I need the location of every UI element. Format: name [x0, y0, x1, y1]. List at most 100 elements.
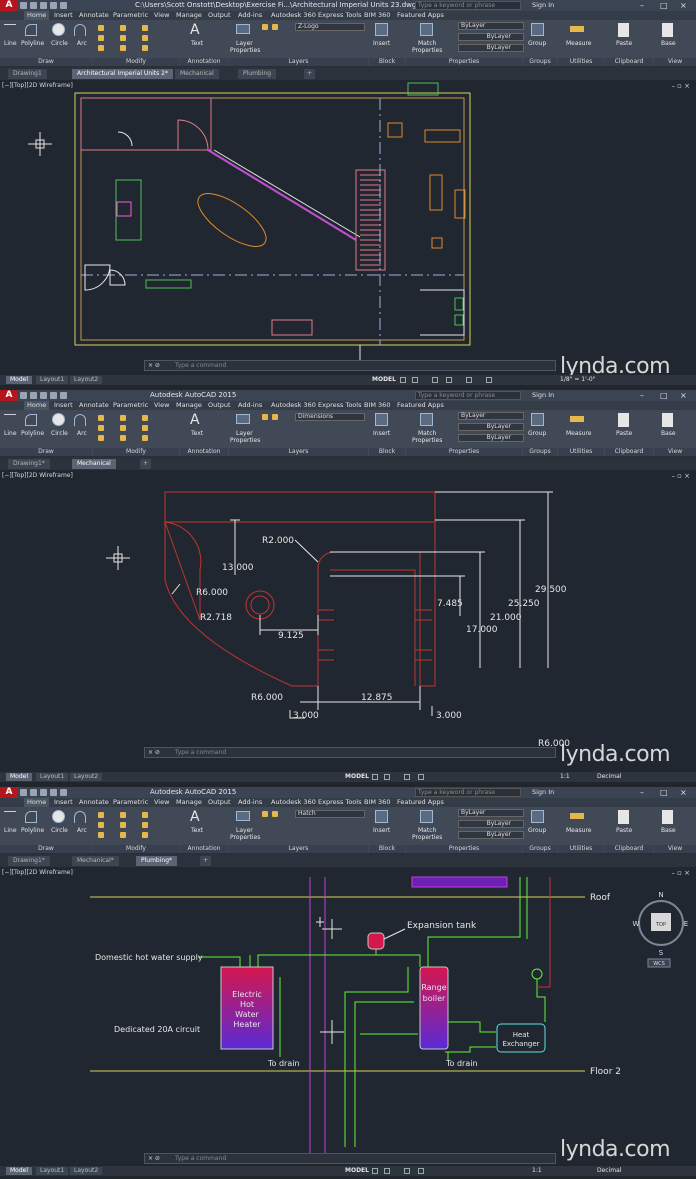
- layout-tab-model[interactable]: Model: [6, 376, 33, 384]
- command-close-icon[interactable]: × ⊘: [148, 1154, 160, 1163]
- autocad-logo[interactable]: A: [0, 390, 18, 401]
- tab-express[interactable]: Express Tools: [318, 401, 361, 410]
- tab-annotate[interactable]: Annotate: [79, 401, 109, 410]
- tab-featured[interactable]: Featured Apps: [397, 11, 444, 20]
- layout-tab-layout2[interactable]: Layout2: [70, 1167, 103, 1175]
- insert-block-icon[interactable]: [375, 810, 388, 823]
- polyline-icon[interactable]: [25, 24, 37, 36]
- layout-tab-layout1[interactable]: Layout1: [36, 376, 69, 384]
- group-clipboard[interactable]: Clipboard: [605, 845, 653, 853]
- grid-icon[interactable]: [400, 377, 406, 383]
- undo-icon[interactable]: [60, 392, 67, 399]
- lineweight-dropdown[interactable]: ByLayer: [458, 434, 524, 442]
- arc-icon[interactable]: [74, 414, 86, 426]
- group-draw[interactable]: Draw: [0, 845, 92, 853]
- group-button[interactable]: Group: [528, 40, 546, 47]
- drawing-canvas[interactable]: [−][Top][2D Wireframe] – ▫ ×: [0, 80, 696, 379]
- insert-button[interactable]: Insert: [373, 430, 390, 437]
- undo-icon[interactable]: [60, 2, 67, 9]
- base-icon[interactable]: [662, 413, 673, 427]
- measure-button[interactable]: Measure: [566, 827, 592, 834]
- measure-icon[interactable]: [570, 26, 584, 32]
- drawing-canvas[interactable]: [−][Top][2D Wireframe] – ▫ ×: [0, 867, 696, 1164]
- tab-autodesk360[interactable]: Autodesk 360: [271, 401, 316, 410]
- base-button[interactable]: Base: [661, 430, 676, 437]
- group-utilities[interactable]: Utilities: [558, 845, 604, 853]
- file-tab-plumbing[interactable]: Plumbing*: [136, 856, 178, 866]
- lineweight-dropdown[interactable]: ByLayer: [458, 831, 524, 839]
- file-tab-drawing1[interactable]: Drawing1: [8, 69, 47, 79]
- tab-insert[interactable]: Insert: [54, 401, 73, 410]
- line-tool-icon[interactable]: [4, 811, 16, 823]
- layout-tab-layout1[interactable]: Layout1: [36, 773, 69, 781]
- fillet-icon[interactable]: [142, 822, 148, 828]
- tab-parametric[interactable]: Parametric: [113, 401, 148, 410]
- circle-button[interactable]: Circle: [51, 430, 68, 437]
- tab-featured[interactable]: Featured Apps: [397, 401, 444, 410]
- rotate-icon[interactable]: [120, 812, 126, 818]
- group-icon[interactable]: [531, 810, 544, 823]
- ortho-icon[interactable]: [404, 1168, 410, 1174]
- trim-icon[interactable]: [142, 812, 148, 818]
- new-icon[interactable]: [20, 392, 27, 399]
- sign-in-link[interactable]: Sign In: [532, 1, 554, 9]
- help-search-input[interactable]: Type a keyword or phrase: [415, 391, 521, 400]
- tab-bim360[interactable]: BIM 360: [364, 798, 390, 807]
- tab-manage[interactable]: Manage: [176, 798, 202, 807]
- grid-icon[interactable]: [372, 774, 378, 780]
- linetype-dropdown[interactable]: ByLayer: [458, 423, 524, 431]
- group-layers[interactable]: Layers: [229, 448, 368, 456]
- annotation-scale[interactable]: 1:1: [560, 773, 570, 780]
- print-icon[interactable]: [50, 392, 57, 399]
- polar-icon[interactable]: [418, 1168, 424, 1174]
- text-button[interactable]: Text: [191, 430, 203, 437]
- color-dropdown[interactable]: ByLayer: [458, 809, 524, 817]
- fillet-icon[interactable]: [142, 425, 148, 431]
- line-tool-icon[interactable]: [4, 24, 16, 36]
- line-tool-icon[interactable]: [4, 414, 16, 426]
- move-icon[interactable]: [98, 812, 104, 818]
- command-input[interactable]: Type a command: [175, 749, 226, 756]
- paste-icon[interactable]: [618, 413, 629, 427]
- group-layers[interactable]: Layers: [229, 58, 368, 66]
- group-block[interactable]: Block: [369, 845, 405, 853]
- layer-freeze-icon[interactable]: [272, 811, 278, 817]
- viewcube[interactable]: TOP N S W E WCS: [633, 891, 689, 968]
- rotate-icon[interactable]: [120, 25, 126, 31]
- tab-insert[interactable]: Insert: [54, 11, 73, 20]
- group-view[interactable]: View: [654, 845, 696, 853]
- layer-on-icon[interactable]: [262, 24, 268, 30]
- close-button[interactable]: ×: [680, 788, 687, 797]
- match-properties-icon[interactable]: [420, 23, 433, 36]
- file-tab-mechanical[interactable]: Mechanical*: [72, 856, 119, 866]
- group-modify[interactable]: Modify: [93, 448, 179, 456]
- group-properties[interactable]: Properties: [406, 845, 522, 853]
- group-annotation[interactable]: Annotation: [180, 845, 228, 853]
- move-icon[interactable]: [98, 25, 104, 31]
- sign-in-link[interactable]: Sign In: [532, 391, 554, 399]
- file-tab-mechanical[interactable]: Mechanical: [175, 69, 219, 79]
- layer-properties-button[interactable]: Layer: [236, 40, 253, 47]
- circle-icon[interactable]: [52, 413, 65, 426]
- text-button[interactable]: Text: [191, 40, 203, 47]
- minimize-button[interactable]: –: [640, 1, 644, 10]
- tab-home[interactable]: Home: [24, 798, 50, 807]
- paste-button[interactable]: Paste: [616, 827, 632, 834]
- maximize-button[interactable]: □: [660, 391, 668, 400]
- open-icon[interactable]: [30, 392, 37, 399]
- group-modify[interactable]: Modify: [93, 58, 179, 66]
- text-glyph-icon[interactable]: A: [190, 22, 200, 38]
- help-search-input[interactable]: Type a keyword or phrase: [415, 788, 521, 797]
- group-layers[interactable]: Layers: [229, 845, 368, 853]
- polar-icon[interactable]: [446, 377, 452, 383]
- text-glyph-icon[interactable]: A: [190, 412, 200, 428]
- layer-on-icon[interactable]: [262, 414, 268, 420]
- tab-output[interactable]: Output: [208, 401, 231, 410]
- group-button[interactable]: Group: [528, 827, 546, 834]
- file-tab-drawing1[interactable]: Drawing1*: [8, 856, 50, 866]
- circle-icon[interactable]: [52, 23, 65, 36]
- close-button[interactable]: ×: [680, 391, 687, 400]
- open-icon[interactable]: [30, 789, 37, 796]
- minimize-button[interactable]: –: [640, 788, 644, 797]
- new-tab-button[interactable]: +: [140, 459, 152, 469]
